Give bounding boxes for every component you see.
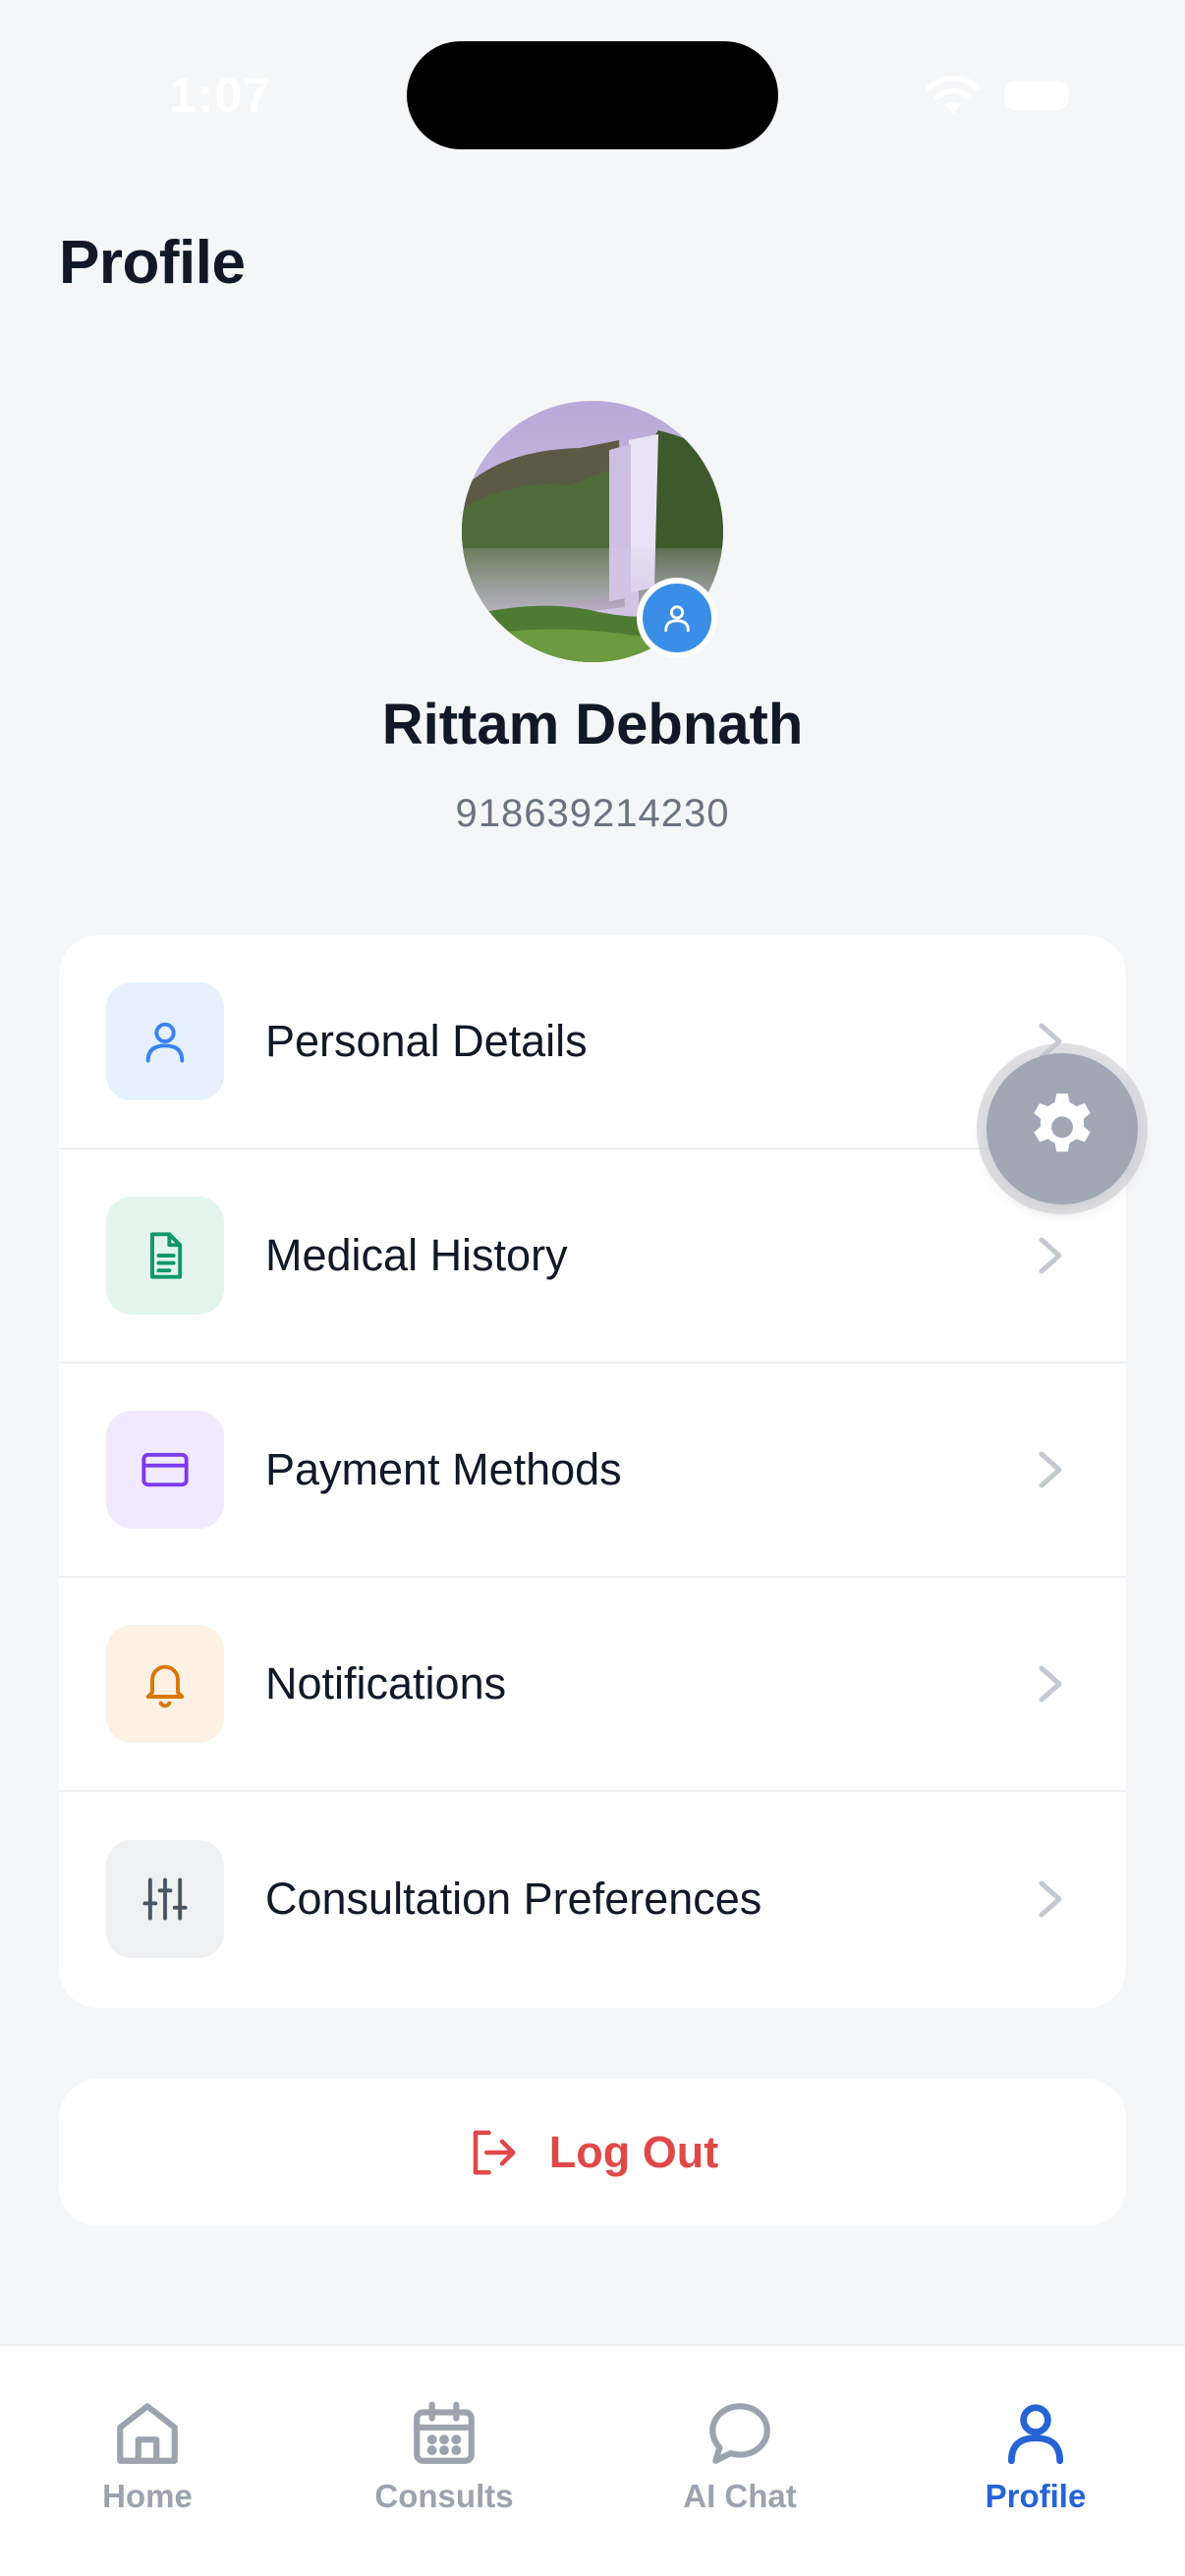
menu-item-label: Medical History bbox=[265, 1230, 568, 1280]
tab-profile[interactable]: Profile bbox=[937, 2397, 1134, 2515]
logout-label: Log Out bbox=[548, 2127, 719, 2177]
floating-settings-button[interactable] bbox=[987, 1053, 1138, 1204]
sliders-icon bbox=[142, 1877, 188, 1921]
tab-label: Home bbox=[102, 2478, 193, 2514]
menu-item-label: Payment Methods bbox=[265, 1444, 622, 1494]
logout-icon bbox=[473, 2130, 516, 2175]
logout-button[interactable]: Log Out bbox=[59, 2079, 1126, 2226]
user-phone: 918639214230 bbox=[455, 792, 730, 835]
tab-home[interactable]: Home bbox=[49, 2397, 246, 2515]
menu-item-medical-history[interactable]: Medical History bbox=[59, 1149, 1126, 1364]
user-icon bbox=[1007, 2404, 1064, 2465]
tab-consults[interactable]: Consults bbox=[346, 2397, 542, 2515]
calendar-icon bbox=[414, 2401, 475, 2464]
edit-avatar-button[interactable] bbox=[637, 578, 717, 658]
chevron-right-icon bbox=[1039, 1451, 1062, 1488]
status-time: 1:07 bbox=[169, 68, 272, 123]
menu-icon-box bbox=[106, 1840, 224, 1958]
tab-label: Profile bbox=[985, 2478, 1087, 2514]
menu-icon-box bbox=[106, 1197, 224, 1315]
menu-item-label: Notifications bbox=[265, 1658, 507, 1708]
dynamic-island bbox=[407, 41, 778, 149]
menu-icon-box bbox=[106, 1625, 224, 1743]
chevron-right-icon bbox=[1039, 1880, 1062, 1918]
credit-card-icon bbox=[141, 1452, 189, 1487]
gear-icon bbox=[1034, 1093, 1091, 1152]
bottom-tab-bar: Home Consults AI Chat Profile bbox=[0, 2344, 1185, 2576]
user-name: Rittam Debnath bbox=[381, 693, 804, 756]
user-icon bbox=[145, 1022, 185, 1063]
tab-label: AI Chat bbox=[683, 2478, 797, 2514]
bell-icon bbox=[145, 1664, 185, 1708]
wifi-icon bbox=[926, 75, 981, 114]
user-icon bbox=[664, 605, 690, 633]
menu-item-personal-details[interactable]: Personal Details bbox=[59, 935, 1126, 1149]
chevron-right-icon bbox=[1039, 1237, 1062, 1274]
chevron-right-icon bbox=[1039, 1665, 1062, 1703]
menu-item-notifications[interactable]: Notifications bbox=[59, 1578, 1126, 1792]
chat-bubble-icon bbox=[709, 2403, 770, 2464]
menu-item-label: Personal Details bbox=[265, 1016, 588, 1066]
menu-icon-box bbox=[106, 982, 224, 1100]
menu-item-payment-methods[interactable]: Payment Methods bbox=[59, 1364, 1126, 1578]
tab-label: Consults bbox=[374, 2478, 514, 2514]
menu-item-consultation-preferences[interactable]: Consultation Preferences bbox=[59, 1792, 1126, 2006]
document-icon bbox=[150, 1232, 183, 1279]
profile-screen: 1:07 Profile Rittam Debnath 918639214230… bbox=[0, 0, 1185, 2576]
battery-icon bbox=[1004, 81, 1069, 110]
home-icon bbox=[117, 2403, 178, 2464]
page-title: Profile bbox=[59, 229, 246, 297]
menu-item-label: Consultation Preferences bbox=[265, 1874, 762, 1924]
tab-ai-chat[interactable]: AI Chat bbox=[642, 2397, 838, 2515]
profile-menu: Personal Details Medical History Payment… bbox=[59, 935, 1126, 2008]
menu-icon-box bbox=[106, 1411, 224, 1529]
